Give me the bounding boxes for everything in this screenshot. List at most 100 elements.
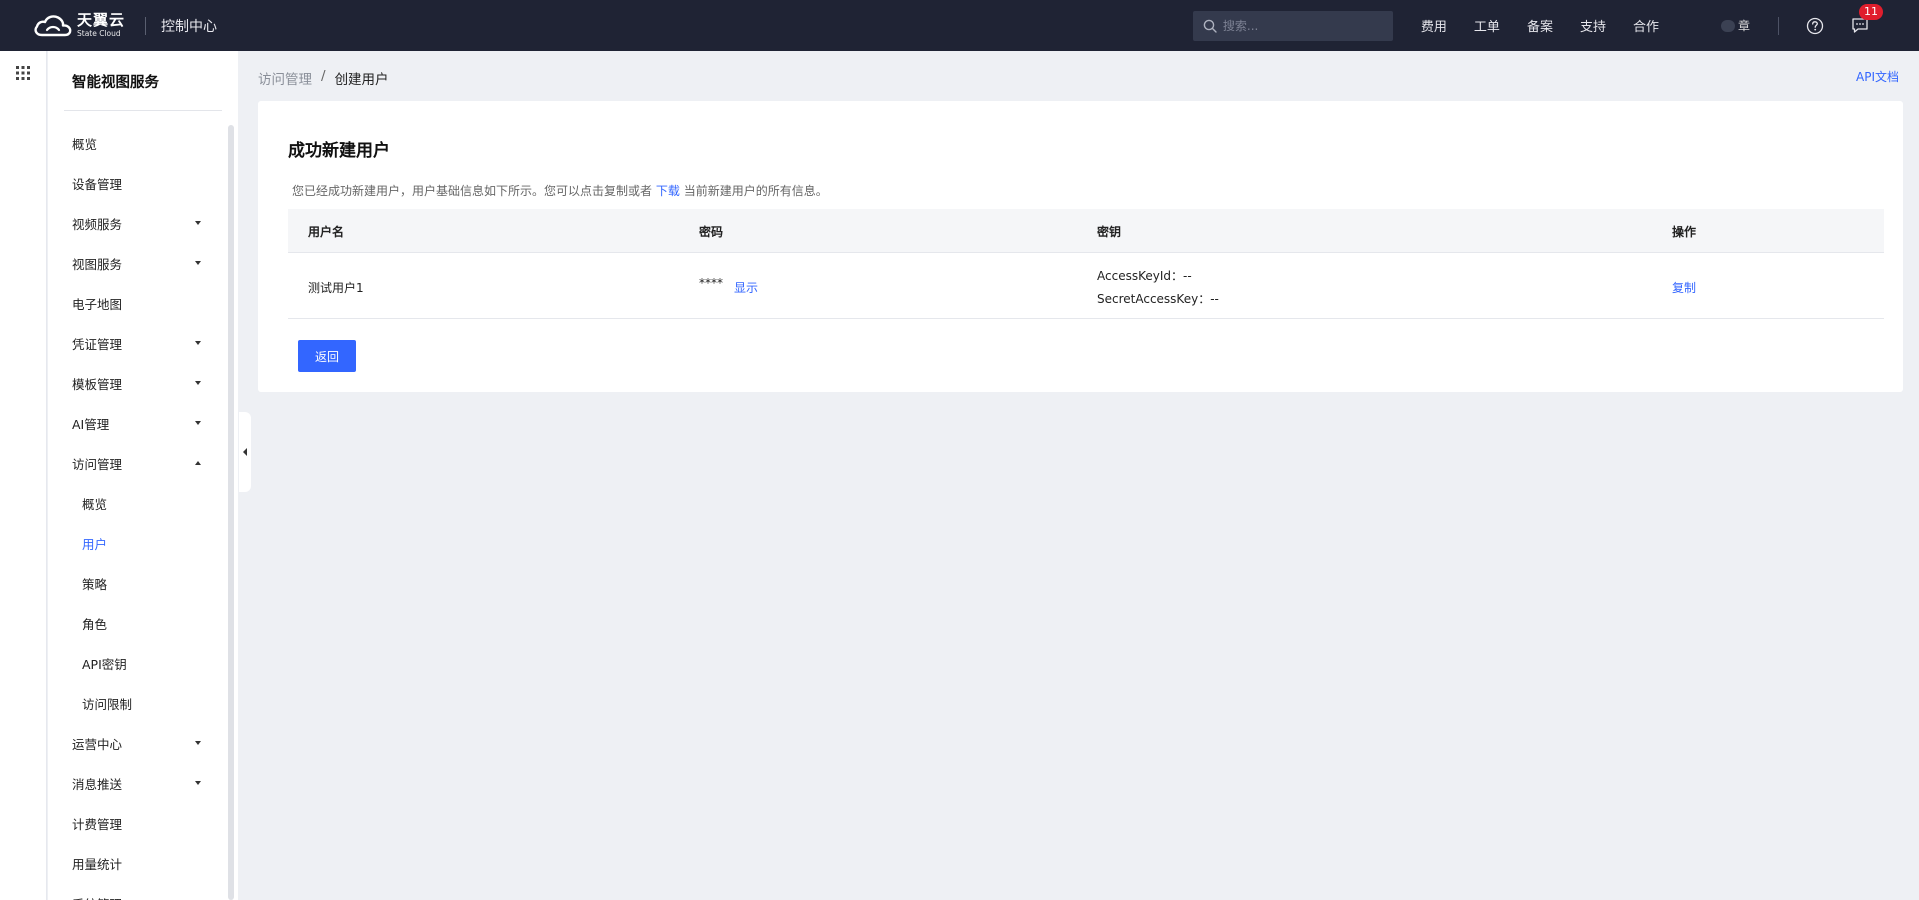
sidebar-item-label: 角色	[82, 616, 108, 632]
product-rail	[0, 51, 47, 900]
sidebar-item-label: 访问管理	[72, 456, 123, 472]
sidebar-item-label: 消息推送	[72, 776, 123, 792]
sidebar-item-11[interactable]: 策略	[48, 563, 228, 603]
brand-logo[interactable]: 天翼云 State Cloud	[32, 0, 125, 51]
sidebar-item-8[interactable]: 访问管理	[48, 443, 228, 483]
sidebar-item-label: 用户	[82, 536, 108, 552]
cell-password-mask: ****	[699, 276, 723, 290]
brand-name-cn: 天翼云	[77, 11, 126, 30]
sidebar-item-3[interactable]: 视图服务	[48, 243, 228, 283]
download-link[interactable]: 下载	[656, 184, 680, 198]
result-description: 您已经成功新建用户，用户基础信息如下所示。您可以点击复制或者 下载 当前新建用户…	[292, 182, 828, 199]
sidebar-item-2[interactable]: 视频服务	[48, 203, 228, 243]
search-input[interactable]	[1222, 18, 1383, 33]
breadcrumb-separator: /	[321, 68, 326, 84]
caret-down-icon	[195, 421, 201, 425]
nav-billing[interactable]: 费用	[1421, 16, 1447, 35]
nav-filing[interactable]: 备案	[1527, 16, 1553, 35]
sidebar-item-label: 概览	[72, 136, 98, 152]
cell-access-key-id: AccessKeyId：--	[1097, 269, 1192, 283]
sidebar-item-14[interactable]: 访问限制	[48, 683, 228, 723]
sidebar-item-label: API密钥	[82, 656, 127, 672]
sidebar-item-label: 视图服务	[72, 256, 123, 272]
nav-tickets[interactable]: 工单	[1474, 16, 1500, 35]
top-navbar: 天翼云 State Cloud 控制中心 费用 工单 备案 支持 合作 章	[0, 0, 1919, 51]
message-count-badge: 11	[1859, 4, 1883, 20]
caret-down-icon	[195, 741, 201, 745]
caret-down-icon	[195, 341, 201, 345]
sidebar-title: 智能视图服务	[72, 75, 159, 91]
sidebar-item-label: 电子地图	[72, 296, 123, 312]
help-circle-icon	[1806, 17, 1824, 34]
desc-text-after: 当前新建用户的所有信息。	[683, 184, 828, 198]
sidebar-item-label: 系统管理	[72, 894, 122, 900]
sidebar-item-label: 用量统计	[72, 856, 123, 872]
cloud-logo-icon	[34, 14, 72, 36]
sidebar-item-7[interactable]: AI管理	[48, 403, 228, 443]
column-actions: 操作	[1672, 225, 1697, 239]
sidebar-item-16[interactable]: 消息推送	[48, 763, 228, 803]
sidebar-item-12[interactable]: 角色	[48, 603, 228, 643]
column-password: 密码	[699, 225, 724, 239]
chevron-left-icon	[243, 448, 247, 456]
sidebar-item-5[interactable]: 凭证管理	[48, 323, 228, 363]
caret-down-icon	[195, 261, 201, 265]
brand-name-en: State Cloud	[77, 29, 121, 39]
sidebar-item-10[interactable]: 用户	[48, 523, 228, 563]
sidebar-item-label: 概览	[82, 496, 108, 512]
sidebar-divider	[64, 110, 222, 111]
sidebar-item-label: 计费管理	[72, 816, 123, 832]
messages-button[interactable]: 11	[1851, 4, 1883, 34]
sidebar-item-17[interactable]: 计费管理	[48, 803, 228, 843]
user-avatar	[1720, 19, 1735, 32]
table-row: 测试用户1 **** 显示 AccessKeyId：-- SecretAcces…	[288, 253, 1884, 319]
user-table: 用户名 密码 密钥 操作 测试用户1 **** 显示 AccessKeyId：-…	[288, 209, 1884, 319]
sidebar-item-6[interactable]: 模板管理	[48, 363, 228, 403]
global-search[interactable]	[1192, 10, 1393, 41]
sidebar-item-label: 策略	[82, 576, 108, 592]
help-button[interactable]	[1806, 17, 1824, 35]
desc-text-before: 您已经成功新建用户，用户基础信息如下所示。您可以点击复制或者	[292, 184, 653, 198]
caret-down-icon	[195, 381, 201, 385]
sidebar-menu: 概览 设备管理 视频服务 视图服务 电子地图 凭证管理 模板管理 AI管理 访问管理 概览 用户 策略…	[48, 123, 228, 900]
sidebar-item-9[interactable]: 概览	[48, 483, 228, 523]
user-menu[interactable]: 章	[1720, 17, 1750, 34]
copy-link[interactable]: 复制	[1672, 279, 1696, 296]
sidebar-scrollbar[interactable]	[228, 125, 234, 900]
nav-partner[interactable]: 合作	[1633, 16, 1659, 35]
header-divider-right	[1778, 16, 1779, 35]
header-divider	[145, 16, 147, 35]
caret-down-icon	[195, 221, 201, 225]
sidebar-item-label: 设备管理	[72, 176, 123, 192]
sidebar-item-18[interactable]: 用量统计	[48, 843, 228, 883]
sidebar-item-15[interactable]: 运营中心	[48, 723, 228, 763]
result-card: 成功新建用户 您已经成功新建用户，用户基础信息如下所示。您可以点击复制或者 下载…	[258, 101, 1903, 392]
sidebar-item-label: 运营中心	[72, 736, 123, 752]
api-doc-link[interactable]: API文档	[1856, 68, 1899, 85]
sidebar-collapse-toggle[interactable]	[239, 412, 251, 492]
sidebar-item-19[interactable]: 系统管理	[48, 883, 228, 900]
sidebar-item-4[interactable]: 电子地图	[48, 283, 228, 323]
sidebar-item-label: AI管理	[72, 416, 110, 432]
cell-secret-access-key: SecretAccessKey：--	[1097, 292, 1219, 306]
column-username: 用户名	[308, 225, 345, 239]
console-title[interactable]: 控制中心	[161, 16, 217, 36]
sidebar-item-13[interactable]: API密钥	[48, 643, 228, 683]
apps-grid-icon[interactable]	[16, 66, 30, 80]
caret-down-icon	[195, 781, 201, 785]
page-title: 成功新建用户	[288, 141, 390, 161]
sidebar-item-label: 视频服务	[72, 216, 123, 232]
nav-support[interactable]: 支持	[1580, 16, 1606, 35]
sidebar-item-label: 访问限制	[82, 696, 133, 712]
sidebar-item-0[interactable]: 概览	[48, 123, 228, 163]
caret-up-icon	[195, 461, 201, 465]
search-icon	[1203, 19, 1217, 33]
breadcrumb-parent[interactable]: 访问管理	[258, 68, 312, 88]
table-header: 用户名 密码 密钥 操作	[288, 209, 1884, 253]
sidebar-item-label: 凭证管理	[72, 336, 123, 352]
service-sidebar: 智能视图服务 概览 设备管理 视频服务 视图服务 电子地图 凭证管理 模板管理 AI管理 访问管…	[48, 51, 238, 900]
back-button[interactable]: 返回	[298, 340, 356, 372]
breadcrumb: 访问管理 / 创建用户	[258, 68, 389, 88]
show-password-link[interactable]: 显示	[734, 279, 758, 296]
sidebar-item-1[interactable]: 设备管理	[48, 163, 228, 203]
